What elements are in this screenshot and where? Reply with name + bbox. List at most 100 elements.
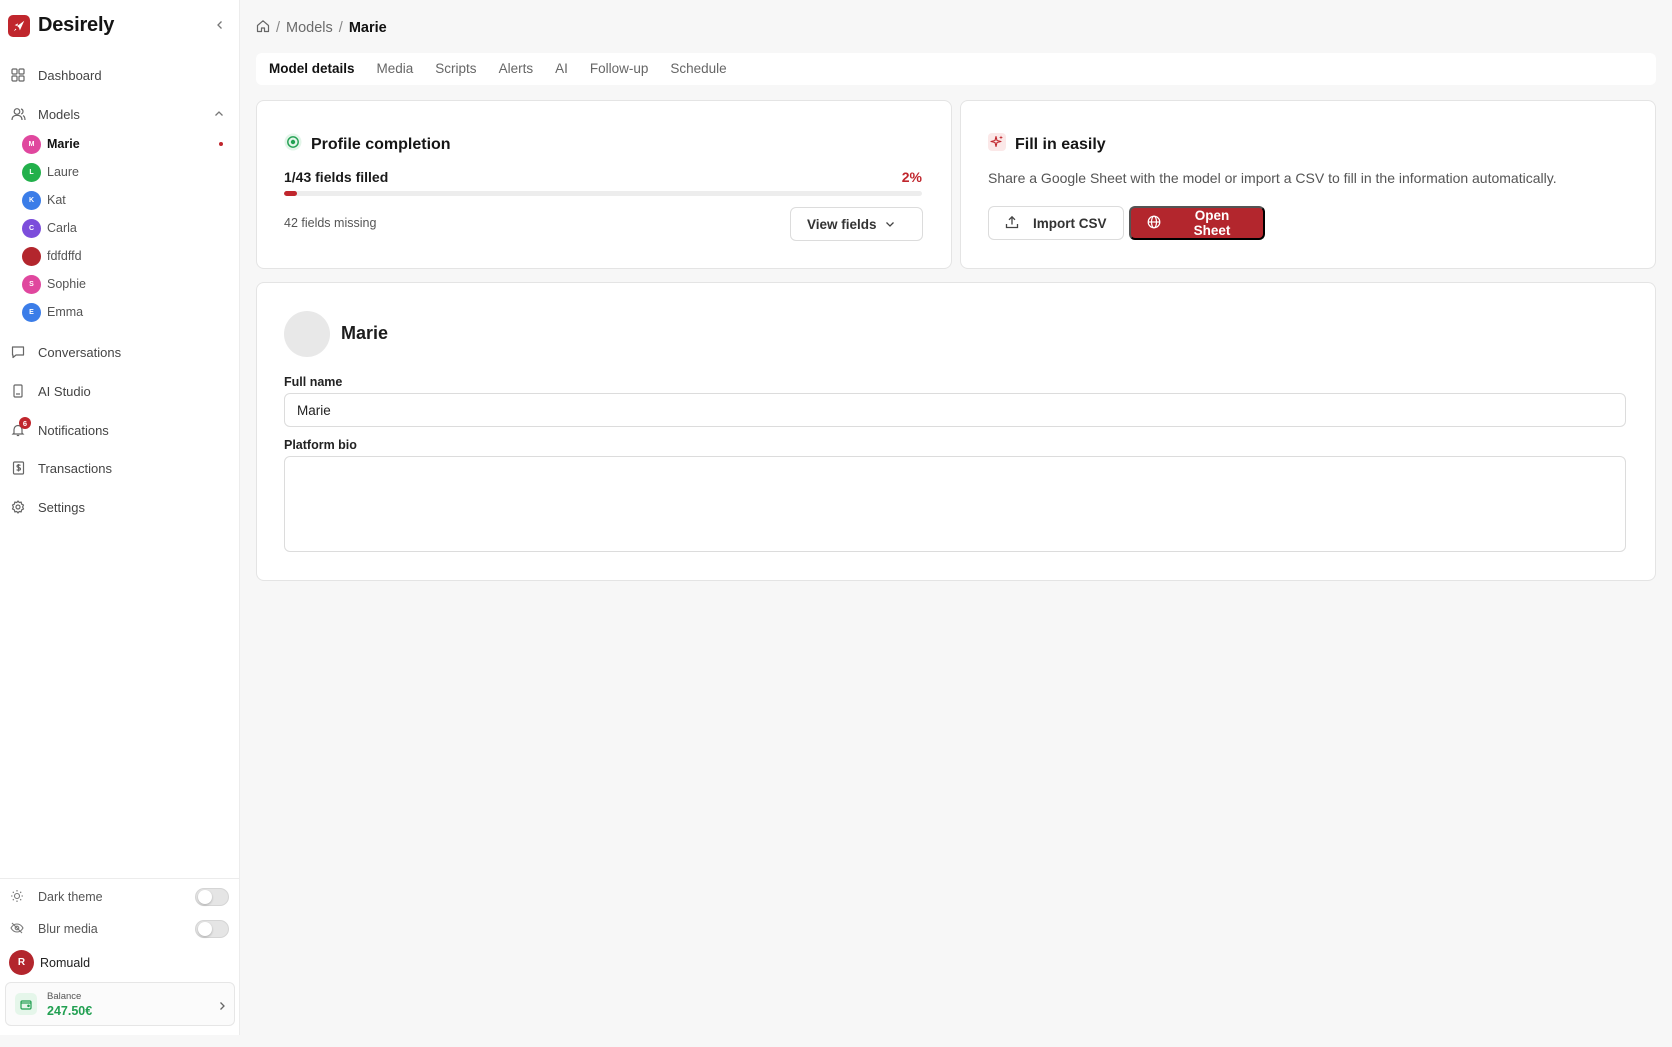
avatar: S [22,274,41,294]
dashboard-icon [10,67,26,83]
progress-fill [284,191,297,196]
globe-icon [1147,215,1161,232]
fill-in-easily-title: Fill in easily [1015,135,1106,153]
breadcrumb-separator: / [338,20,343,36]
nav-settings-label: Settings [38,499,85,515]
model-details-form-card: Marie Full name Platform bio [256,282,1656,581]
sidebar-model-marie[interactable]: M Marie [22,132,228,156]
tab-ai[interactable]: AI [544,53,579,85]
bookmark-icon [10,383,26,399]
dark-theme-row: Dark theme [8,884,232,910]
chevron-up-icon [214,107,224,122]
platform-bio-label: Platform bio [284,438,357,452]
profile-completion-card: Profile completion 1/43 fields filled 2%… [256,100,952,269]
fill-in-easily-description: Share a Google Sheet with the model or i… [988,170,1557,186]
view-fields-label: View fields [807,216,877,232]
sparkles-icon [988,133,1006,156]
completion-progress-bar [284,191,922,196]
model-name: Laure [47,165,79,179]
view-fields-button[interactable]: View fields [790,207,923,241]
tab-alerts[interactable]: Alerts [488,53,545,85]
sidebar-model-kat[interactable]: K Kat [22,188,228,212]
eye-off-icon [10,921,24,938]
avatar: M [22,134,41,154]
brand[interactable]: Desirely [8,14,114,37]
blur-media-row: Blur media [8,916,232,942]
tab-follow-up[interactable]: Follow-up [579,53,660,85]
avatar: C [22,218,41,238]
nav-conversations-label: Conversations [38,344,122,360]
receipt-dollar-icon [10,460,26,476]
target-icon [284,133,302,156]
upload-icon [1005,215,1019,232]
nav-dashboard-label: Dashboard [38,67,102,83]
dark-theme-toggle[interactable] [195,888,229,906]
sidebar-model-fdfdffd[interactable]: fdfdffd [22,244,228,268]
model-name: Sophie [47,277,86,291]
avatar: K [22,190,41,210]
nav-ai-studio-label: AI Studio [38,383,91,399]
tab-schedule[interactable]: Schedule [659,53,737,85]
import-csv-label: Import CSV [1033,215,1107,231]
wallet-icon [15,993,37,1015]
nav-ai-studio[interactable]: AI Studio [8,375,232,407]
balance-card[interactable]: Balance 247.50€ [5,982,235,1026]
model-name: Kat [47,193,66,207]
breadcrumb-separator: / [276,20,281,36]
users-icon [10,106,26,122]
model-name-heading: Marie [341,323,389,343]
model-avatar[interactable] [284,311,330,357]
sidebar-model-sophie[interactable]: S Sophie [22,272,228,296]
fill-in-easily-card: Fill in easily Share a Google Sheet with… [960,100,1656,269]
sidebar-model-carla[interactable]: C Carla [22,216,228,240]
home-icon[interactable] [256,19,270,37]
avatar: E [22,302,41,322]
chevron-down-icon [885,217,895,232]
tab-bar: Model details Media Scripts Alerts AI Fo… [256,53,1656,85]
fields-summary: 1/43 fields filled 2% [284,169,922,185]
blur-media-label: Blur media [38,922,98,936]
nav-notifications[interactable]: 6 Notifications [8,414,232,446]
model-name: Carla [47,221,77,235]
nav-models-label: Models [38,106,80,122]
nav-conversations[interactable]: Conversations [8,336,232,368]
sidebar-divider [0,878,239,879]
tab-scripts[interactable]: Scripts [424,53,487,85]
bell-icon: 6 [10,417,31,438]
collapse-sidebar-icon[interactable] [212,17,228,33]
tab-model-details[interactable]: Model details [258,53,366,85]
model-name: Emma [47,305,84,319]
rocket-logo-icon [8,14,30,37]
full-name-input[interactable] [284,393,1626,427]
nav-notifications-label: Notifications [38,422,109,438]
open-sheet-label: Open Sheet [1193,208,1231,238]
avatar: R [9,950,34,975]
platform-bio-textarea[interactable] [284,456,1626,552]
import-csv-button[interactable]: Import CSV [988,206,1124,240]
notification-count-badge: 6 [19,417,31,429]
user-name: Romuald [40,955,91,970]
completion-percent: 2% [901,169,922,185]
sidebar-model-emma[interactable]: E Emma [22,300,228,324]
card-title: Fill in easily [988,133,1106,156]
model-name: Marie [47,137,80,151]
tab-media[interactable]: Media [366,53,425,85]
breadcrumb-current: Marie [348,20,387,36]
dark-theme-label: Dark theme [38,890,103,904]
app-name: Desirely [38,14,115,36]
balance-amount: 247.50€ [47,1003,93,1018]
sidebar-model-laure[interactable]: L Laure [22,160,228,184]
avatar [22,246,41,266]
nav-models[interactable]: Models [8,98,232,130]
open-sheet-button[interactable]: Open Sheet [1129,206,1265,240]
nav-transactions[interactable]: Transactions [8,452,232,484]
balance-label: Balance [47,990,82,1002]
nav-settings[interactable]: Settings [8,491,232,523]
user-profile[interactable]: R Romuald [9,950,90,975]
card-title: Profile completion [284,133,451,156]
sun-icon [10,889,24,906]
blur-media-toggle[interactable] [195,920,229,938]
nav-dashboard[interactable]: Dashboard [8,59,232,91]
breadcrumb-models[interactable]: Models [286,20,333,36]
nav-transactions-label: Transactions [38,460,112,476]
